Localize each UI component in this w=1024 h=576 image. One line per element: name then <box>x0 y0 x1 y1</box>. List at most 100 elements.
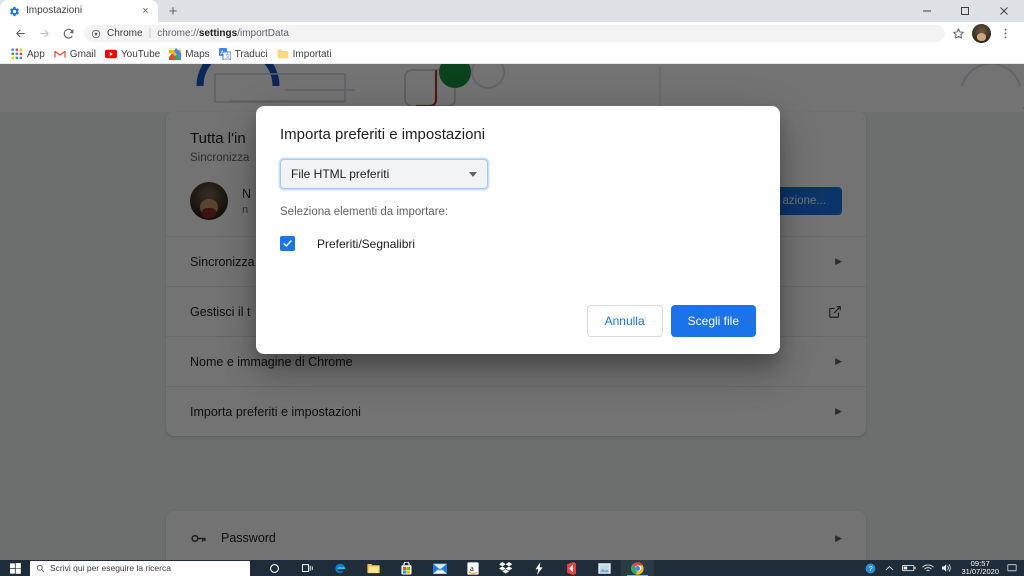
wifi-button[interactable] <box>918 560 937 576</box>
svg-text:?: ? <box>869 566 873 573</box>
omnibox-url: chrome://settings/importData <box>157 28 289 39</box>
edge-icon <box>335 563 346 573</box>
window-controls <box>908 0 1024 22</box>
reload-icon <box>63 28 73 39</box>
chrome-icon <box>631 562 644 575</box>
task-view-icon <box>301 563 313 572</box>
taskbar-clock[interactable]: 09:57 31/07/2020 <box>956 560 1004 576</box>
cortana-button[interactable] <box>258 560 291 576</box>
microsoft-store-button[interactable] <box>390 560 423 576</box>
photos-icon <box>598 562 611 574</box>
bookmarks-bar: App Gmail YouTube Maps A 文 Traduci Impor… <box>0 45 1024 64</box>
new-tab-button[interactable]: + <box>160 0 186 22</box>
lightning-app-button[interactable] <box>522 560 555 576</box>
windows-start-icon <box>9 562 21 574</box>
bookmark-label: Importati <box>292 48 332 60</box>
browser-window: Impostazioni × + Chrome | chrome://setti… <box>0 0 1024 576</box>
settings-page: Tutta l'in Sincronizza N n azione... Sin… <box>0 64 1024 560</box>
star-icon <box>952 28 964 39</box>
settings-gear-icon <box>10 6 19 16</box>
import-source-value: File HTML preferiti <box>291 167 390 181</box>
clock-date: 31/07/2020 <box>961 567 999 576</box>
chrome-menu-button[interactable] <box>994 23 1016 45</box>
svg-text:文: 文 <box>225 53 231 60</box>
search-icon <box>36 564 45 572</box>
svg-text:A: A <box>220 50 224 56</box>
address-bar[interactable]: Chrome | chrome://settings/importData <box>84 25 945 42</box>
microsoft-store-icon <box>401 561 412 574</box>
taskbar-search-placeholder: Scrivi qui per eseguire la ricerca <box>50 563 171 573</box>
bookmark-app[interactable]: App <box>9 45 52 64</box>
volume-button[interactable] <box>937 560 956 576</box>
bookmark-label: App <box>27 48 45 60</box>
back-button[interactable] <box>8 23 32 45</box>
amazon-button[interactable]: a <box>456 560 489 576</box>
bookmark-traduci[interactable]: A 文 Traduci <box>217 45 275 64</box>
start-button[interactable] <box>0 560 30 576</box>
show-hidden-icons-button[interactable] <box>880 560 899 576</box>
close-button[interactable] <box>984 0 1024 22</box>
import-settings-dialog: Importa preferiti e impostazioni File HT… <box>256 106 780 354</box>
wifi-icon <box>922 564 934 572</box>
office-button[interactable] <box>555 560 588 576</box>
cancel-button[interactable]: Annulla <box>586 305 663 337</box>
dropbox-button[interactable] <box>489 560 522 576</box>
minimize-icon <box>923 10 931 12</box>
checkmark-icon <box>283 240 292 247</box>
edge-button[interactable] <box>324 560 357 576</box>
photos-button[interactable] <box>588 560 621 576</box>
office-icon <box>567 561 576 575</box>
close-icon <box>1000 7 1008 15</box>
mail-icon <box>432 562 447 574</box>
file-explorer-button[interactable] <box>357 560 390 576</box>
chevron-down-icon <box>469 171 477 177</box>
cortana-icon <box>270 563 279 573</box>
bookmark-maps[interactable]: Maps <box>167 45 216 64</box>
dialog-instruction: Seleziona elementi da importare: <box>280 206 449 218</box>
chrome-button[interactable] <box>621 560 654 576</box>
svg-text:a: a <box>470 563 474 573</box>
system-tray: ? 09:57 31/07/2020 <box>861 560 1024 576</box>
reload-button[interactable] <box>56 23 80 45</box>
bookmark-label: Maps <box>185 48 210 60</box>
volume-icon <box>941 564 951 572</box>
checkbox-row-preferiti[interactable]: Preferiti/Segnalibri <box>280 236 756 251</box>
battery-button[interactable] <box>899 560 918 576</box>
choose-file-button[interactable]: Scegli file <box>670 305 756 337</box>
dropbox-icon <box>499 562 512 574</box>
bookmark-label: YouTube <box>120 48 161 60</box>
show-desktop-icon <box>1007 564 1017 572</box>
maps-icon <box>169 48 182 60</box>
minimize-button[interactable] <box>908 0 946 22</box>
dialog-actions: Annulla Scegli file <box>586 305 756 337</box>
profile-avatar[interactable] <box>972 24 991 43</box>
tab-impostazioni[interactable]: Impostazioni × <box>0 0 158 22</box>
bookmark-importati[interactable]: Importati <box>275 45 339 64</box>
translate-icon: A 文 <box>218 48 231 60</box>
folder-icon <box>277 49 289 59</box>
bookmark-star-button[interactable] <box>947 23 969 45</box>
help-button[interactable]: ? <box>861 560 880 576</box>
tab-title: Impostazioni <box>26 5 83 16</box>
arrow-left-icon <box>15 29 25 38</box>
show-desktop-button[interactable] <box>1004 560 1020 576</box>
mail-button[interactable] <box>423 560 456 576</box>
forward-button[interactable] <box>32 23 56 45</box>
maximize-icon <box>961 7 969 15</box>
taskbar-search-input[interactable]: Scrivi qui per eseguire la ricerca <box>30 560 250 576</box>
task-view-button[interactable] <box>291 560 324 576</box>
preferiti-checkbox-label: Preferiti/Segnalibri <box>317 236 416 251</box>
maximize-button[interactable] <box>946 0 984 22</box>
battery-icon <box>901 564 916 572</box>
amazon-icon: a <box>466 561 479 575</box>
apps-grid-icon <box>11 48 23 60</box>
browser-toolbar: Chrome | chrome://settings/importData <box>0 22 1024 45</box>
tab-close-button[interactable]: × <box>139 5 152 18</box>
omnibox-url-suffix: /importData <box>237 28 289 39</box>
preferiti-checkbox[interactable] <box>280 236 295 251</box>
omnibox-url-prefix: chrome:// <box>157 28 199 39</box>
bookmark-gmail[interactable]: Gmail <box>52 45 103 64</box>
bookmark-youtube[interactable]: YouTube <box>103 45 167 64</box>
omnibox-chip-label: Chrome <box>107 28 143 39</box>
import-source-select[interactable]: File HTML preferiti <box>280 159 488 189</box>
